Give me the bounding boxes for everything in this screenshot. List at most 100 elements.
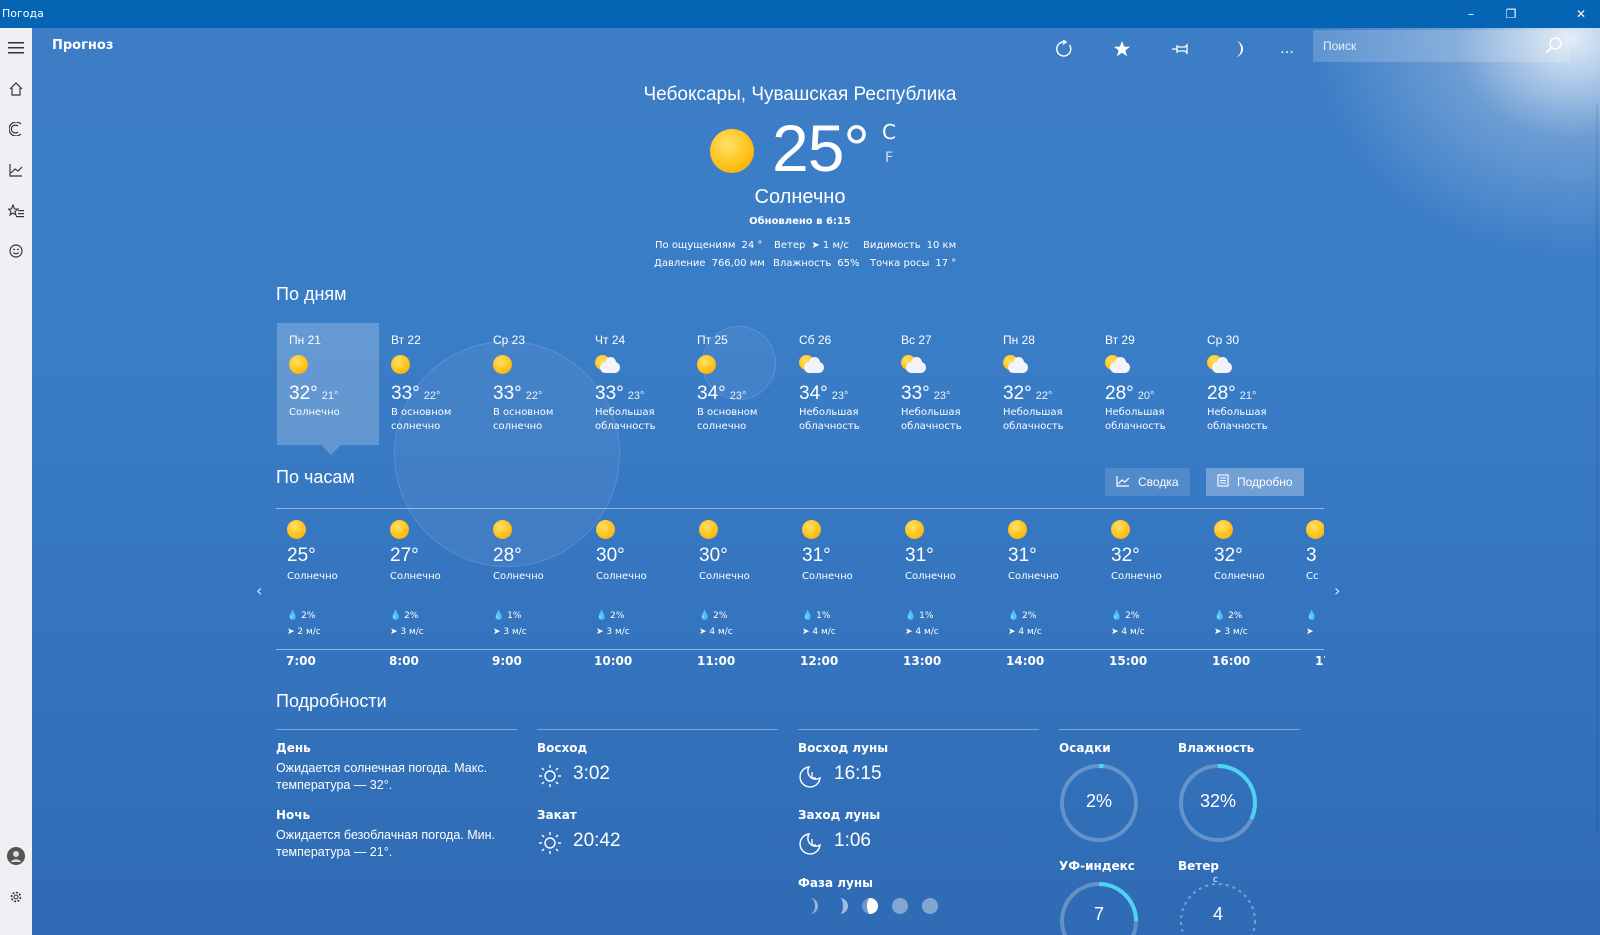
- hour-wind: ➤ 3 м/с: [596, 627, 630, 637]
- hour-condition: Солнечно: [390, 571, 441, 582]
- hour-temp: 25°: [287, 545, 316, 566]
- day-card[interactable]: Ср 30 28° 21° Небольшая облачность: [1195, 323, 1297, 445]
- day-card[interactable]: Вс 27 33° 23° Небольшая облачность: [889, 323, 991, 445]
- uv-label: УФ-индекс: [1059, 859, 1135, 873]
- hour-wind: ➤ 4 м/с: [1111, 627, 1145, 637]
- wind-label: Ветер: [1178, 859, 1219, 873]
- search-input[interactable]: [1313, 30, 1533, 62]
- day-card[interactable]: Вт 22 33° 22° В основном солнечно: [379, 323, 481, 445]
- radar-icon[interactable]: [0, 113, 32, 145]
- day-condition: В основном: [493, 407, 554, 418]
- location-name: Чебоксары, Чувашская Республика: [643, 84, 957, 105]
- hour-precip: 2%: [713, 611, 728, 621]
- more-options-button[interactable]: …: [1272, 34, 1302, 64]
- hour-meta: 💧 1% ➤ 4 м/с: [802, 608, 894, 640]
- humidity-value: 32%: [1199, 791, 1237, 811]
- hour-time: 10:00: [594, 654, 633, 668]
- wind-value: 4: [1212, 904, 1223, 924]
- day-card[interactable]: Ср 23 33° 22° В основном солнечно: [481, 323, 583, 445]
- hour-time: 12:00: [800, 654, 839, 668]
- hour-temp: 31°: [1008, 545, 1037, 566]
- hour-wind: ➤ 4 м/с: [802, 627, 836, 637]
- raindrop-icon: 💧: [1306, 611, 1318, 621]
- refresh-icon[interactable]: [1049, 34, 1079, 64]
- sun-icon: [905, 520, 924, 539]
- pin-icon[interactable]: [1166, 34, 1196, 64]
- precip-row: 💧 1%: [802, 608, 894, 624]
- day-condition-line2: облачность: [1207, 421, 1268, 432]
- day-low: 22°: [423, 390, 441, 402]
- hamburger-icon[interactable]: [0, 32, 32, 64]
- hour-condition: Солнечно: [493, 571, 544, 582]
- day-text-line1: Ожидается солнечная погода. Макс.: [276, 761, 488, 775]
- account-icon[interactable]: [0, 840, 32, 872]
- day-condition-line2: облачность: [901, 421, 962, 432]
- day-name: Чт 24: [595, 333, 626, 347]
- hour-precip: 2%: [610, 611, 625, 621]
- hour-wind: ➤ 3 м/с: [390, 627, 424, 637]
- scroll-right-arrow[interactable]: ›: [1334, 581, 1340, 600]
- day-card[interactable]: Пн 28 32° 22° Небольшая облачность: [991, 323, 1093, 445]
- details-section-title: Подробности: [276, 691, 387, 711]
- fahrenheit-toggle[interactable]: F: [885, 150, 893, 166]
- smiley-icon[interactable]: [0, 235, 32, 267]
- hour-column: 30° Солнечно 💧 2% ➤ 4 м/с: [688, 520, 791, 640]
- hour-precip: 1%: [507, 611, 522, 621]
- sun-icon: [699, 520, 718, 539]
- close-button[interactable]: ✕: [1562, 0, 1600, 28]
- hour-meta: 💧 2% ➤ 4 м/с: [699, 608, 791, 640]
- day-high: 34°: [799, 383, 828, 404]
- favorite-star-icon[interactable]: [1107, 34, 1137, 64]
- divider: [798, 729, 1039, 730]
- stat-dew-point: Точка росы 17 °: [870, 258, 956, 269]
- raindrop-icon: 💧: [699, 611, 711, 621]
- details-button[interactable]: Подробно: [1206, 468, 1304, 496]
- day-name: Сб 26: [799, 333, 832, 347]
- minimize-button[interactable]: –: [1452, 0, 1490, 28]
- window-title: Погода: [2, 7, 44, 20]
- day-card[interactable]: Чт 24 33° 23° Небольшая облачность: [583, 323, 685, 445]
- settings-icon[interactable]: [0, 881, 32, 913]
- scroll-left-arrow[interactable]: ‹: [256, 581, 262, 600]
- hour-time: 13:00: [903, 654, 942, 668]
- day-high: 33°: [391, 383, 420, 404]
- hour-meta: 💧 2% ➤ 3 м/с: [596, 608, 688, 640]
- moon-icon[interactable]: [1223, 34, 1253, 64]
- partly-cloudy-icon: [1207, 355, 1232, 377]
- hour-column: 31° Солнечно 💧 1% ➤ 4 м/с: [791, 520, 894, 640]
- hour-condition: Солнечно: [1111, 571, 1162, 582]
- moonrise-label: Восход луны: [798, 741, 889, 755]
- day-condition: В основном: [391, 407, 452, 418]
- day-card[interactable]: Сб 26 34° 23° Небольшая облачность: [787, 323, 889, 445]
- day-condition-line2: облачность: [799, 421, 860, 432]
- day-low: 23°: [933, 390, 951, 402]
- summary-button[interactable]: Сводка: [1105, 468, 1190, 496]
- day-text-line2: температура — 32°.: [276, 778, 393, 792]
- day-card[interactable]: Пн 21 32° 21° Солнечно: [277, 323, 379, 455]
- day-condition-line2: облачность: [595, 421, 656, 432]
- hour-time: 15:00: [1109, 654, 1148, 668]
- day-card[interactable]: Вт 29 28° 20° Небольшая облачность: [1093, 323, 1195, 445]
- daily-section-title: По дням: [276, 284, 347, 304]
- celsius-toggle[interactable]: C: [882, 120, 896, 144]
- hour-temp: 30°: [699, 545, 728, 566]
- restore-button[interactable]: ❐: [1492, 0, 1530, 28]
- summary-label: Сводка: [1138, 475, 1179, 489]
- day-high: 28°: [1105, 383, 1134, 404]
- precip-row: 💧 2%: [390, 608, 482, 624]
- precip-row: 💧 2%: [1111, 608, 1203, 624]
- favorites-icon[interactable]: [0, 195, 32, 227]
- day-condition-line2: солнечно: [391, 421, 441, 432]
- sun-icon: [596, 520, 615, 539]
- scrollbar[interactable]: [1596, 104, 1598, 834]
- home-icon[interactable]: [0, 73, 32, 105]
- hour-temp: 31°: [905, 545, 934, 566]
- day-name: Вт 22: [391, 333, 421, 347]
- chart-icon[interactable]: [0, 154, 32, 186]
- stat-pressure: Давление 766,00 мм: [654, 258, 765, 269]
- day-low: 23°: [627, 390, 645, 402]
- day-card[interactable]: Пт 25 34° 23° В основном солнечно: [685, 323, 787, 445]
- search-icon[interactable]: [1545, 36, 1563, 58]
- hour-column: 30° Солнечно 💧 2% ➤ 3 м/с: [585, 520, 688, 640]
- hour-condition: Солнечно: [596, 571, 647, 582]
